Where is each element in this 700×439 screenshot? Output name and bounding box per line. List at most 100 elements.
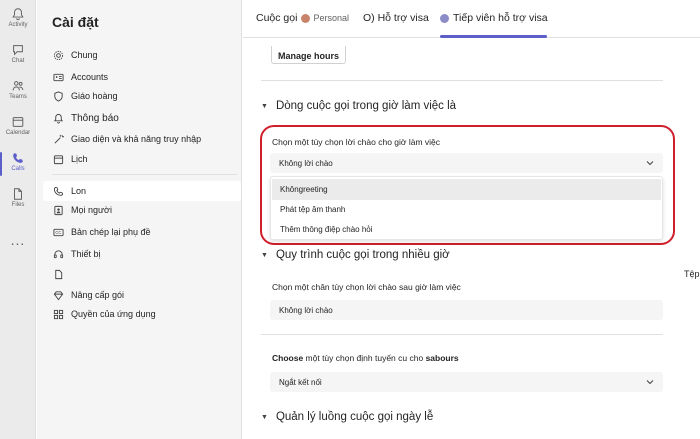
sidebar-item-label: Giáo hoàng (71, 91, 118, 101)
tab-visa-support[interactable]: O) Hỗ trợ visa (363, 12, 429, 24)
truncated-text: Tệp (684, 269, 700, 279)
sidebar-item-notifications[interactable]: Thông báo (43, 108, 241, 128)
sidebar-item-label: Chung (71, 50, 98, 60)
sidebar-item-captions[interactable]: CC Bản chép lại phụ đề (43, 222, 241, 242)
gear-icon (53, 50, 64, 61)
sidebar-item-accounts[interactable]: Accounts (43, 67, 241, 87)
calls-settings-main: Cuộc gọi Personal O) Hỗ trợ visa Tiếp vi… (243, 0, 700, 439)
sidebar-item-general[interactable]: Chung (43, 45, 241, 65)
rail-label: Calendar (5, 130, 31, 136)
rail-label: Activity (8, 22, 28, 28)
routing-select[interactable]: Ngắt kết nối (270, 372, 663, 392)
caret-down-icon: ▼ (261, 102, 268, 110)
more-apps-icon[interactable]: ... (0, 232, 36, 248)
greeting-select[interactable]: Không lời chào (270, 153, 663, 173)
select-value: Không lời chào (279, 158, 333, 168)
rail-teams[interactable]: Teams (0, 76, 36, 110)
file-icon (14, 188, 22, 200)
sidebar-item-label: Giao diện và khả năng truy nhập (71, 134, 202, 144)
svg-text:CC: CC (55, 229, 61, 234)
greeting-label: Chọn một tùy chọn lời chào cho giờ làm v… (272, 137, 441, 147)
routing-label-suffix: sabours (425, 353, 459, 363)
routing-label-prefix: Choose (272, 353, 304, 363)
calendar-icon (53, 154, 64, 165)
dropdown-option-no-greeting[interactable]: Khôngreeting (272, 179, 661, 200)
tab-label: Tiếp viên hỗ trợ visa (453, 12, 548, 24)
id-card-icon (53, 72, 64, 83)
rail-chat[interactable]: Chat (0, 40, 36, 74)
rail-calls[interactable]: Calls (0, 148, 36, 182)
agent-avatar (440, 13, 449, 23)
sidebar-item-people[interactable]: Mọi người (43, 200, 241, 220)
greeting-dropdown-menu: Khôngreeting Phát tệp âm thanh Thêm thôn… (270, 176, 663, 240)
teams-icon (12, 81, 24, 91)
rail-label: Teams (9, 94, 27, 100)
chevron-down-icon (646, 380, 654, 385)
sidebar-item-label: Bản chép lại phụ đề (71, 227, 151, 237)
dropdown-option-add-message[interactable]: Thêm thông điệp chào hỏi (272, 219, 661, 240)
headset-icon (53, 249, 64, 260)
sidebar-item-label: Thiết bị (71, 249, 101, 259)
sidebar-item-calls[interactable]: Lon (43, 181, 241, 201)
sidebar-item-label: Quyền của ứng dụng (71, 309, 156, 319)
routing-label-mid: một tùy chọn định tuyến cu cho (303, 353, 426, 363)
select-value: Ngắt kết nối (279, 377, 322, 387)
document-icon (53, 269, 64, 280)
section-after-hours[interactable]: ▼ Quy trình cuộc gọi trong nhiều giờ (261, 249, 450, 261)
section-business-hours[interactable]: ▼ Dòng cuộc gọi trong giờ làm việc là (261, 100, 456, 112)
sidebar-item-devices[interactable]: Thiết bị (43, 244, 241, 264)
sidebar-item-appearance[interactable]: Giao diện và khả năng truy nhập (43, 129, 241, 149)
section-title: Dòng cuộc gọi trong giờ làm việc là (275, 100, 457, 112)
sidebar-item-label: Lon (71, 186, 87, 196)
sidebar-item-files[interactable] (43, 264, 241, 284)
avatar (301, 13, 311, 23)
person-icon (53, 205, 64, 216)
phone-icon (13, 153, 23, 163)
sidebar-item-label: Accounts (71, 72, 109, 82)
settings-title: Cài đặt (52, 14, 99, 30)
divider (261, 80, 663, 81)
caret-down-icon: ▼ (261, 251, 268, 259)
active-tab-indicator (440, 35, 547, 38)
routing-label: Choose một tùy chọn định tuyến cu cho sa… (272, 353, 459, 363)
calendar-icon (12, 117, 24, 127)
rail-label: Files (11, 202, 25, 208)
dropdown-option-play-audio[interactable]: Phát tệp âm thanh (272, 199, 661, 220)
rail-calendar[interactable]: Calendar (0, 112, 36, 146)
sidebar-item-app-permissions[interactable]: Quyền của ứng dụng (43, 304, 241, 324)
caret-down-icon: ▼ (261, 413, 268, 421)
section-title: Quản lý luồng cuộc gọi ngày lễ (275, 411, 434, 423)
after-greeting-label: Chọn một chân tùy chọn lời chào sau giờ … (272, 282, 461, 292)
sidebar-item-label: Lịch (71, 154, 88, 164)
divider (261, 334, 663, 335)
rail-label: Chat (11, 58, 25, 64)
sidebar-item-label: Thông báo (71, 112, 119, 124)
tab-sublabel: Personal (313, 13, 349, 23)
app-rail: Activity Chat Teams Calendar Calls Files… (0, 0, 36, 439)
sidebar-item-upgrade[interactable]: Nâng cấp gói (43, 285, 241, 305)
section-title: Quy trình cuộc gọi trong nhiều giờ (275, 249, 450, 261)
manage-hours-button[interactable]: Manage hours (271, 46, 346, 64)
apps-icon (53, 309, 64, 320)
diamond-icon (53, 290, 64, 301)
bell-icon (12, 8, 24, 21)
sidebar-item-label: Mọi người (71, 205, 112, 215)
chevron-down-icon (646, 161, 654, 166)
shield-icon (53, 90, 64, 102)
chat-icon (13, 45, 23, 56)
settings-sidebar: Cài đặt Chung Accounts Giáo hoàng Thông … (37, 0, 242, 439)
after-greeting-select[interactable]: Không lời chào (270, 300, 663, 320)
rail-label: Calls (11, 166, 25, 172)
section-holidays[interactable]: ▼ Quản lý luồng cuộc gọi ngày lễ (261, 411, 433, 423)
cc-icon: CC (53, 227, 64, 238)
phone-icon (53, 186, 64, 197)
sidebar-item-label: Nâng cấp gói (71, 290, 125, 300)
rail-files[interactable]: Files (0, 184, 36, 218)
select-value: Không lời chào (279, 305, 333, 315)
bell-icon (53, 113, 64, 124)
rail-activity[interactable]: Activity (0, 4, 36, 38)
tab-visa-agent[interactable]: Tiếp viên hỗ trợ visa (440, 12, 548, 24)
sidebar-item-calendar[interactable]: Lịch (43, 149, 241, 169)
tab-calls[interactable]: Cuộc gọi Personal (256, 12, 349, 24)
sidebar-item-privacy[interactable]: Giáo hoàng (43, 86, 241, 106)
